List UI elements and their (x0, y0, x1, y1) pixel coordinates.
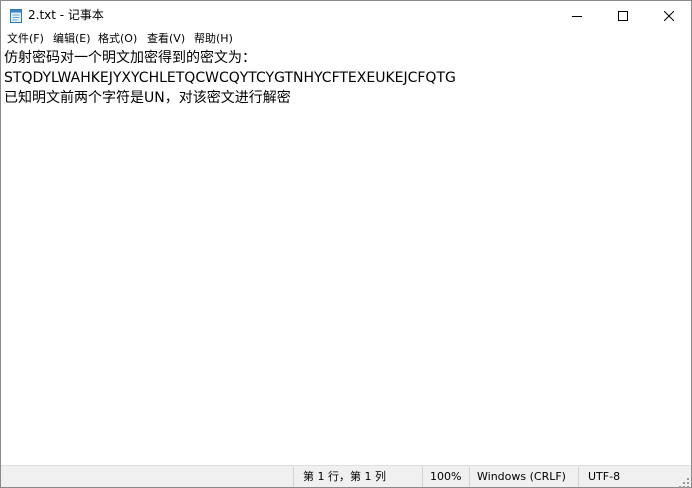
text-line: 仿射密码对一个明文加密得到的密文为： (4, 50, 256, 66)
status-bar: 第 1 行，第 1 列 100% Windows (CRLF) UTF-8 (1, 465, 691, 488)
notepad-icon[interactable] (10, 8, 22, 23)
close-button[interactable] (646, 1, 692, 29)
menu-view[interactable]: 查看(V) (147, 31, 185, 46)
menu-bar: 文件(F) 编辑(E) 格式(O) 查看(V) 帮助(H) (1, 29, 691, 48)
status-divider (422, 467, 423, 487)
cursor-position: 第 1 行，第 1 列 (303, 470, 386, 483)
maximize-icon (618, 6, 628, 25)
menu-file[interactable]: 文件(F) (7, 31, 44, 46)
text-line: STQDYLWAHKEJYXYCHLETQCWCQYTCYGTNHYCFTEXE… (4, 70, 456, 86)
menu-format[interactable]: 格式(O) (98, 31, 137, 46)
text-editor[interactable]: 仿射密码对一个明文加密得到的密文为： STQDYLWAHKEJYXYCHLETQ… (1, 48, 675, 465)
zoom-level: 100% (430, 470, 462, 483)
encoding: UTF-8 (588, 470, 621, 483)
minimize-icon (572, 6, 582, 25)
vertical-scrollbar[interactable] (675, 48, 691, 465)
maximize-button[interactable] (600, 1, 646, 29)
notepad-window: 2.txt - 记事本 文件(F) 编辑(E) 格式(O) 查看(V) 帮助(H… (0, 0, 692, 488)
status-divider (578, 467, 579, 487)
window-title: 2.txt - 记事本 (28, 8, 104, 22)
line-ending: Windows (CRLF) (477, 470, 566, 483)
close-icon (663, 6, 675, 25)
minimize-button[interactable] (554, 1, 600, 29)
status-divider (469, 467, 470, 487)
menu-help[interactable]: 帮助(H) (194, 31, 233, 46)
title-bar[interactable]: 2.txt - 记事本 (1, 1, 691, 29)
resize-grip-icon[interactable] (678, 474, 690, 488)
menu-edit[interactable]: 编辑(E) (53, 31, 91, 46)
text-line: 已知明文前两个字符是UN，对该密文进行解密 (4, 90, 291, 106)
status-divider (293, 467, 294, 487)
